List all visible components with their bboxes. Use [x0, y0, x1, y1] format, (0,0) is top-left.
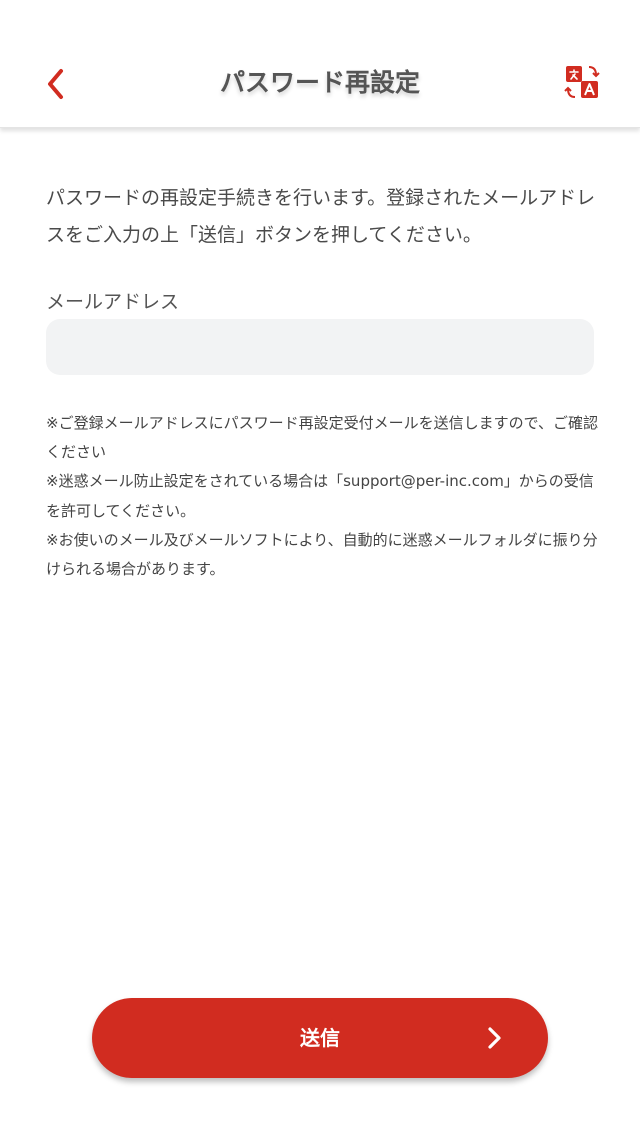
submit-button[interactable]: 送信 — [92, 998, 548, 1078]
email-field[interactable] — [46, 319, 594, 375]
notes: ※ご登録メールアドレスにパスワード再設定受付メールを送信しますので、ご確認くださ… — [46, 409, 602, 584]
app-header: パスワード再設定 — [0, 0, 640, 128]
chevron-left-icon — [48, 69, 63, 99]
email-label: メールアドレス — [46, 291, 180, 313]
translate-button[interactable] — [562, 62, 602, 102]
intro-text: パスワードの再設定手続きを行います。登録されたメールアドレスをご入力の上「送信」… — [46, 187, 596, 246]
note-line: ※お使いのメール及びメールソフトにより、自動的に迷惑メールフォルダに振り分けられ… — [46, 530, 598, 579]
back-button[interactable] — [30, 58, 82, 110]
note-line: ※ご登録メールアドレスにパスワード再設定受付メールを送信しますので、ご確認くださ… — [46, 414, 598, 462]
page-title: パスワード再設定 — [219, 68, 420, 97]
password-reset-screen: パスワード再設定 パスワードの再設定手続きを行います。登録されたメールアドレスを… — [0, 0, 640, 1144]
chevron-right-icon — [488, 1027, 501, 1049]
note-line: ※迷惑メール防止設定をされている場合は「support@per-inc.com」… — [46, 472, 594, 520]
translate-icon — [564, 66, 600, 98]
